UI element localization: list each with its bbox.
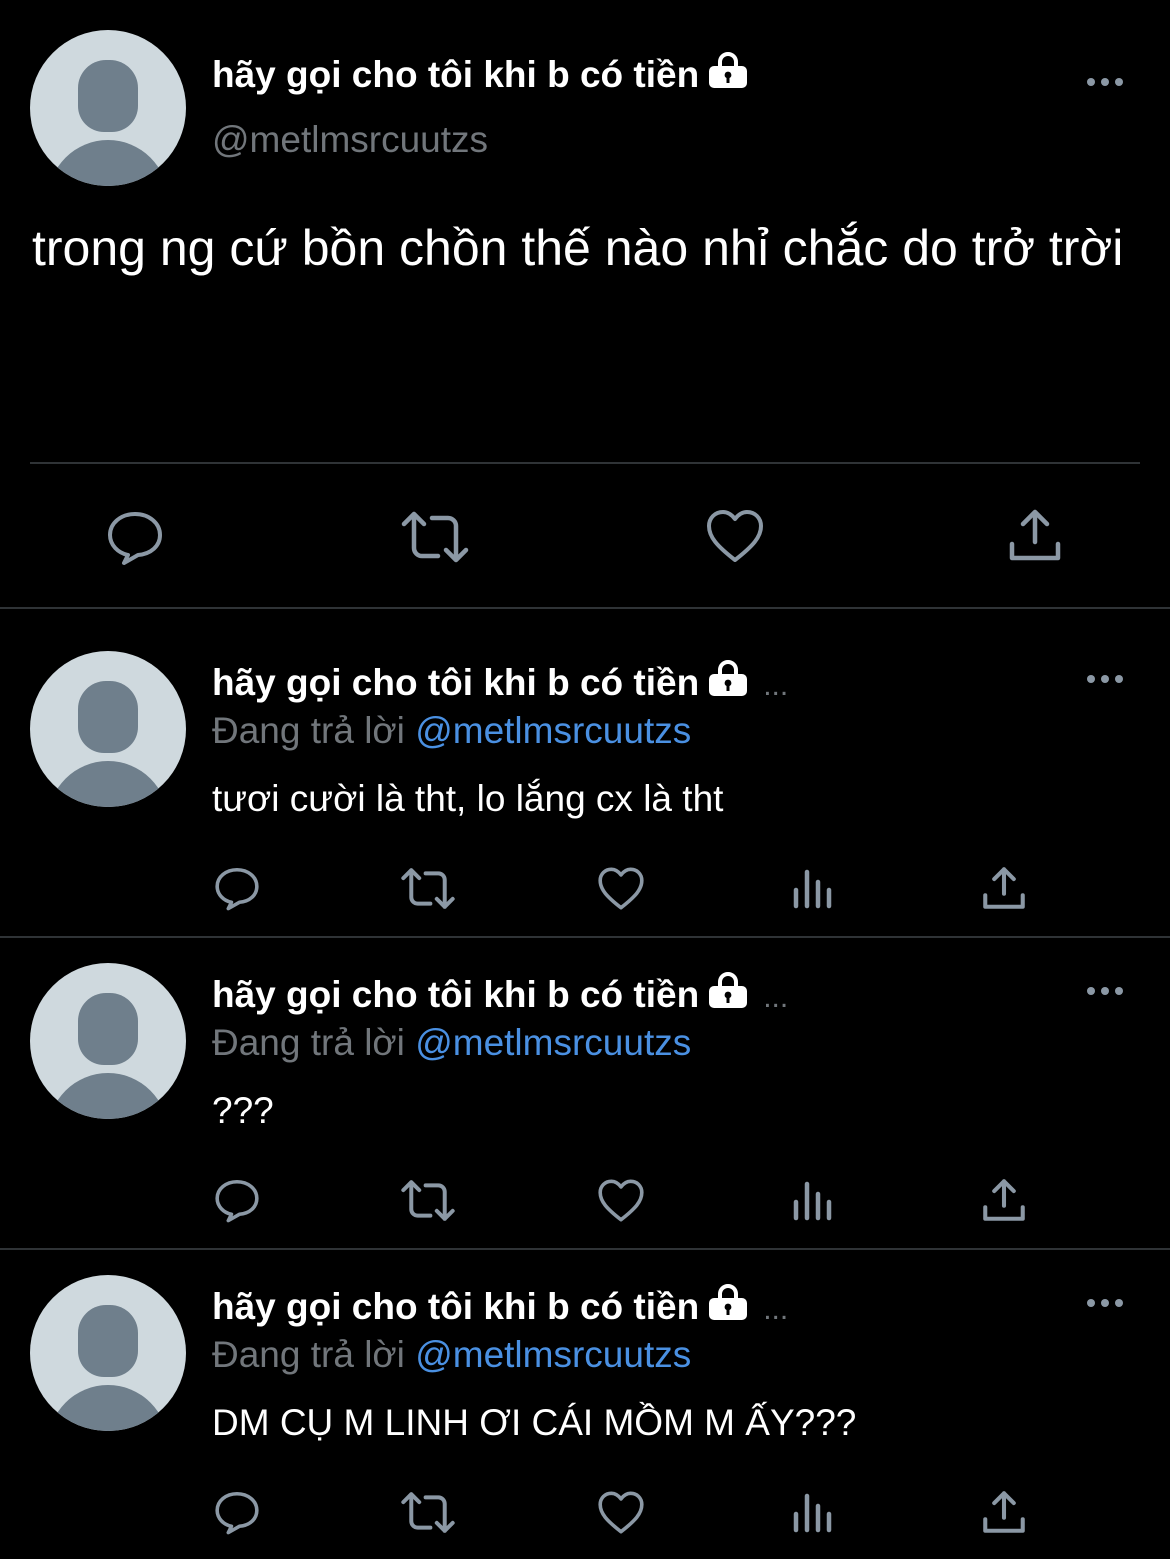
like-icon[interactable] <box>597 1178 645 1223</box>
reply-icon[interactable] <box>214 1489 260 1535</box>
display-name[interactable]: hãy gọi cho tôi khi b có tiền <box>212 52 749 99</box>
name-truncation: ... <box>763 1292 789 1326</box>
reply-icon[interactable] <box>214 865 260 911</box>
retweet-icon[interactable] <box>400 1491 456 1534</box>
reply-text: tươi cười là tht, lo lắng cx là tht <box>212 778 724 819</box>
avatar-head-shape <box>78 1305 138 1377</box>
like-icon[interactable] <box>597 866 645 911</box>
lock-icon <box>707 971 749 1015</box>
share-icon[interactable] <box>982 866 1026 910</box>
mention-link[interactable]: @metlmsrcuutzs <box>415 1334 691 1375</box>
more-options-icon[interactable] <box>1087 671 1127 685</box>
analytics-icon[interactable] <box>792 868 834 910</box>
share-icon[interactable] <box>982 1490 1026 1534</box>
avatar-body-shape <box>48 1073 168 1119</box>
avatar-body-shape <box>48 1385 168 1431</box>
mention-link[interactable]: @metlmsrcuutzs <box>415 710 691 751</box>
replying-to: Đang trả lời @metlmsrcuutzs <box>212 1334 692 1375</box>
divider <box>30 462 1140 464</box>
tweet-text: trong ng cứ bồn chồn thế nào nhỉ chắc do… <box>32 220 1124 276</box>
analytics-icon[interactable] <box>792 1180 834 1222</box>
avatar-head-shape <box>78 60 138 132</box>
more-options-icon[interactable] <box>1087 1295 1127 1309</box>
display-name[interactable]: hãy gọi cho tôi khi b có tiền... <box>212 972 789 1019</box>
reply-icon[interactable] <box>106 508 164 566</box>
replying-to: Đang trả lời @metlmsrcuutzs <box>212 710 692 751</box>
mention-link[interactable]: @metlmsrcuutzs <box>415 1022 691 1063</box>
display-name[interactable]: hãy gọi cho tôi khi b có tiền... <box>212 660 789 707</box>
name-truncation: ... <box>763 668 789 702</box>
like-icon[interactable] <box>597 1490 645 1535</box>
avatar-head-shape <box>78 681 138 753</box>
lock-icon <box>707 1283 749 1327</box>
like-icon[interactable] <box>705 508 765 564</box>
more-options-icon[interactable] <box>1087 74 1127 88</box>
share-icon[interactable] <box>1008 508 1062 562</box>
divider <box>0 607 1170 609</box>
retweet-icon[interactable] <box>400 510 470 564</box>
avatar[interactable] <box>30 651 186 807</box>
name-truncation: ... <box>763 980 789 1014</box>
reply-text: DM CỤ M LINH ƠI CÁI MỒM M ẤY??? <box>212 1402 857 1443</box>
retweet-icon[interactable] <box>400 867 456 910</box>
replying-to: Đang trả lời @metlmsrcuutzs <box>212 1022 692 1063</box>
reply-icon[interactable] <box>214 1177 260 1223</box>
avatar-body-shape <box>48 761 168 807</box>
share-icon[interactable] <box>982 1178 1026 1222</box>
lock-icon <box>707 659 749 703</box>
avatar[interactable] <box>30 30 186 186</box>
avatar-body-shape <box>48 140 168 186</box>
divider <box>0 1248 1170 1250</box>
reply-text: ??? <box>212 1090 274 1131</box>
handle[interactable]: @metlmsrcuutzs <box>212 121 488 158</box>
avatar[interactable] <box>30 963 186 1119</box>
display-name[interactable]: hãy gọi cho tôi khi b có tiền... <box>212 1284 789 1331</box>
analytics-icon[interactable] <box>792 1492 834 1534</box>
lock-icon <box>707 51 749 95</box>
divider <box>0 936 1170 938</box>
avatar[interactable] <box>30 1275 186 1431</box>
retweet-icon[interactable] <box>400 1179 456 1222</box>
avatar-head-shape <box>78 993 138 1065</box>
more-options-icon[interactable] <box>1087 983 1127 997</box>
